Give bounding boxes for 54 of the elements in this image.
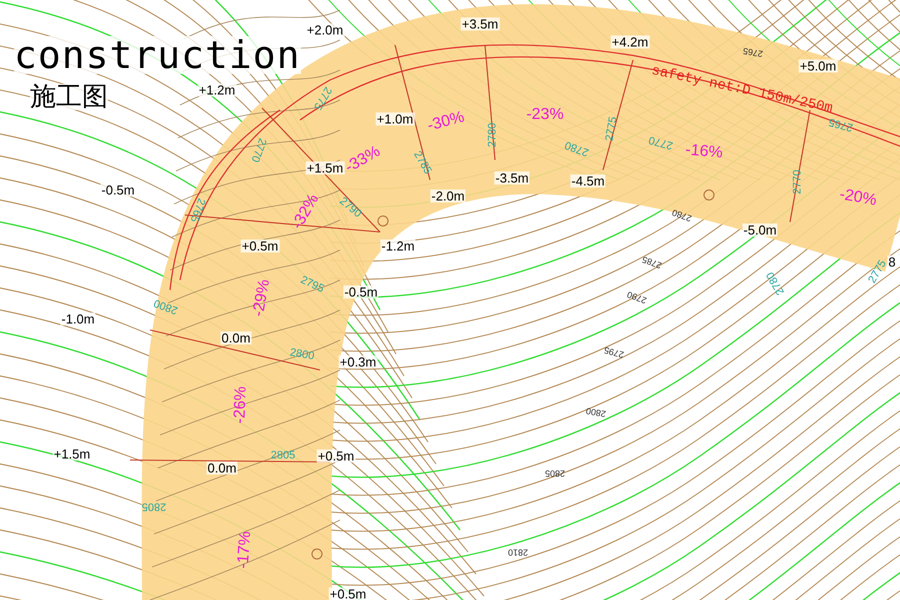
contour-label: 2805 — [270, 450, 296, 462]
contour-label: 2795 — [603, 345, 625, 359]
slope-label: -29% — [250, 278, 274, 318]
elevation-label: +1.5m — [306, 162, 344, 174]
contour-label: 2800 — [289, 347, 315, 363]
elevation-label: +0.5m — [316, 450, 356, 462]
contour-label: 2795 — [298, 274, 326, 296]
contour-label: 2775 — [604, 116, 620, 142]
contour-label: 2810 — [508, 548, 528, 556]
contour-label: 2780 — [488, 122, 498, 148]
elevation-label: +2.0m — [306, 24, 344, 36]
slope-label: -16% — [684, 142, 724, 162]
elevation-label: +1.0m — [376, 112, 414, 126]
contour-label: 2790 — [626, 289, 648, 305]
slope-label: -17% — [236, 530, 254, 570]
elevation-label: -5.0m — [742, 224, 778, 236]
elevation-label: +1.2m — [198, 84, 236, 96]
elevation-label: -0.5m — [100, 184, 136, 196]
slope-label: -33% — [342, 144, 384, 176]
elevation-label: -1.0m — [60, 312, 96, 326]
contour-label: 2800 — [585, 406, 607, 418]
elevation-label: +4.2m — [610, 36, 650, 48]
contour-label: 2765 — [188, 196, 206, 224]
drawing-title: construction — [14, 36, 301, 74]
contour-label: 2770 — [648, 134, 674, 150]
elevation-label: 0.0m — [220, 332, 252, 344]
contour-label: 2765 — [742, 46, 764, 58]
contour-label: 2770 — [792, 170, 804, 194]
slope-label: -23% — [526, 107, 564, 123]
elevation-label: -1.2m — [380, 240, 416, 252]
drawing-subtitle: 施工图 — [30, 84, 108, 110]
elevation-label: +3.5m — [460, 18, 500, 30]
elevation-label: 8 — [887, 256, 897, 268]
contour-label: 2805 — [544, 468, 566, 478]
elevation-label: -4.5m — [570, 174, 606, 188]
contour-label: 2780 — [564, 138, 590, 158]
elevation-label: -3.5m — [494, 172, 530, 184]
elevation-label: +1.5m — [52, 448, 92, 460]
elevation-label: +0.3m — [338, 356, 378, 368]
contour-label: 2800 — [152, 296, 180, 316]
elevation-label: -0.5m — [343, 286, 379, 298]
slope-label: -26% — [232, 386, 250, 424]
slope-label: -20% — [838, 186, 878, 210]
contour-label: 2785 — [641, 254, 663, 270]
slope-label: -30% — [426, 109, 466, 135]
contour-label: 2780 — [671, 207, 693, 223]
contour-label: 2805 — [142, 500, 166, 512]
elevation-label: +0.5m — [240, 240, 280, 252]
elevation-label: +0.5m — [328, 588, 368, 600]
elevation-label: +5.0m — [798, 60, 838, 72]
contour-label: 2770 — [248, 136, 268, 164]
elevation-label: -2.0m — [430, 190, 466, 202]
elevation-label: 0.0m — [206, 462, 238, 474]
contour-label: 2765 — [828, 116, 854, 132]
